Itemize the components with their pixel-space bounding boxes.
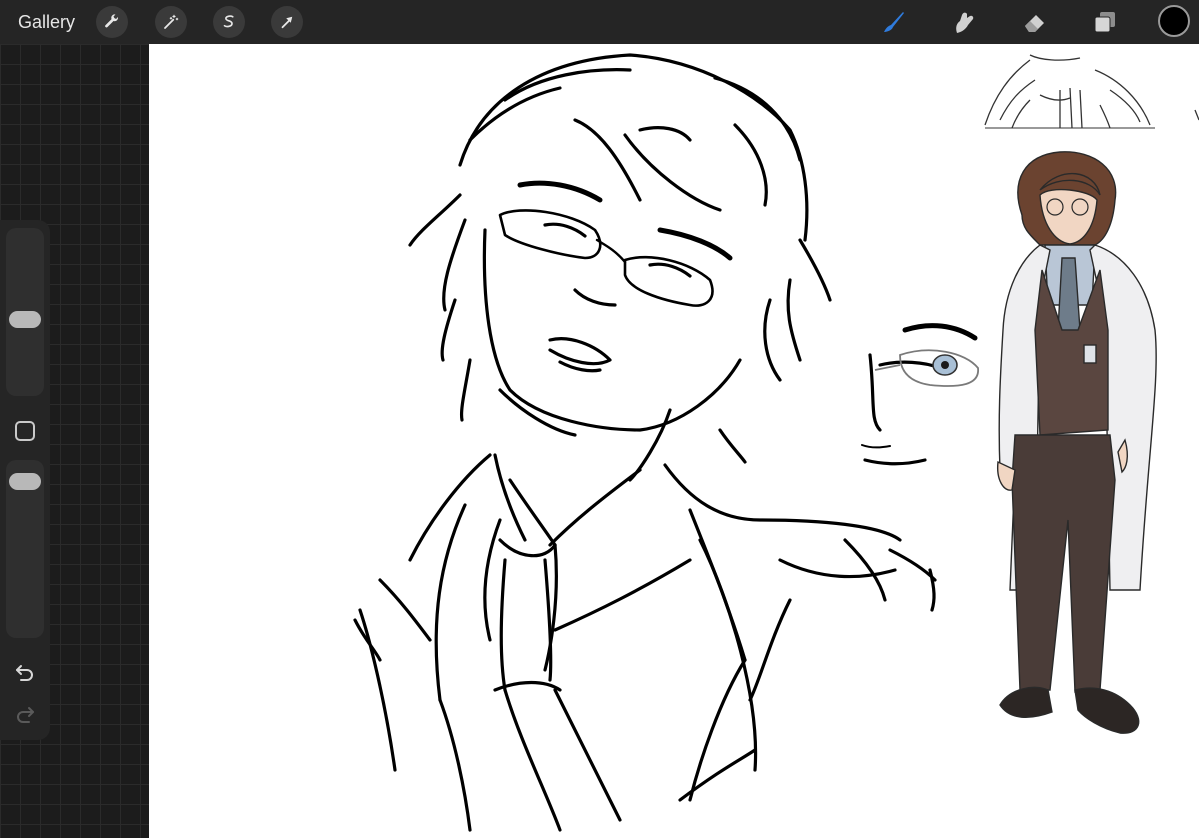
- smudge-icon: [956, 12, 974, 33]
- smudge-tool[interactable]: [948, 6, 980, 38]
- actions-button[interactable]: [96, 6, 128, 38]
- modify-button[interactable]: [15, 421, 35, 441]
- magic-wand-icon: [164, 14, 179, 29]
- left-sidebar: [0, 220, 50, 740]
- eraser-icon: [1025, 15, 1044, 32]
- top-toolbar: Gallery: [0, 0, 1199, 44]
- redo-icon[interactable]: [13, 702, 37, 726]
- opacity-thumb[interactable]: [9, 473, 41, 490]
- brush-tool[interactable]: [878, 6, 910, 38]
- brush-size-thumb[interactable]: [9, 311, 41, 328]
- gallery-button[interactable]: Gallery: [18, 10, 75, 34]
- transform-arrow-icon: [281, 16, 293, 29]
- undo-icon[interactable]: [13, 660, 37, 684]
- selection-button[interactable]: [213, 6, 245, 38]
- adjustments-button[interactable]: [155, 6, 187, 38]
- reference-character: [996, 151, 1157, 734]
- color-picker-button[interactable]: [1158, 5, 1190, 37]
- sketch-artwork: [353, 53, 1199, 832]
- transform-button[interactable]: [271, 6, 303, 38]
- layers-button[interactable]: [1089, 6, 1121, 38]
- eraser-tool[interactable]: [1019, 6, 1051, 38]
- selection-icon: [223, 15, 234, 28]
- layers-icon: [1094, 12, 1115, 33]
- wrench-icon: [105, 14, 118, 28]
- brush-icon: [884, 12, 904, 32]
- drawing-canvas[interactable]: [149, 44, 1199, 838]
